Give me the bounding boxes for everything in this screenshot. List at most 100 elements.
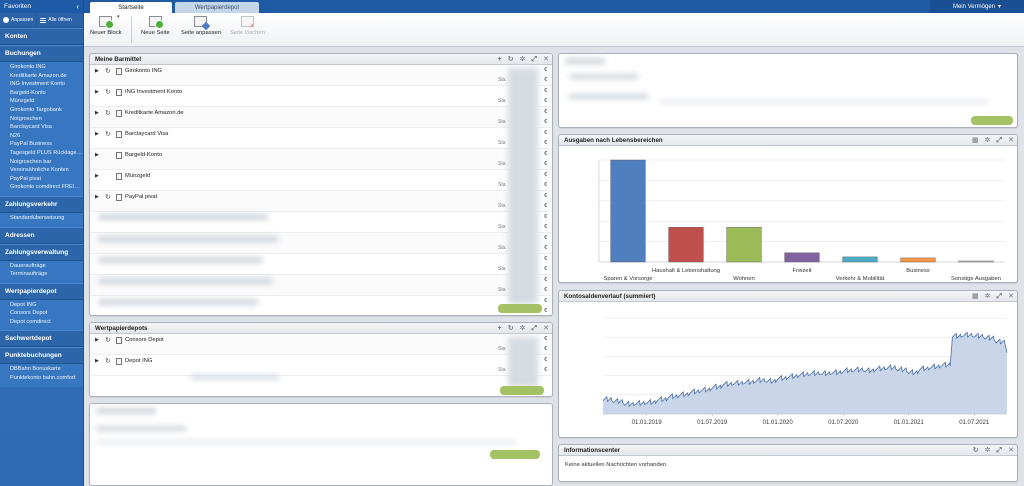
sidebar-section-header[interactable]: Punktebuchungen <box>0 347 83 365</box>
refresh-icon[interactable]: ↻ <box>105 336 111 344</box>
sidebar-item[interactable]: Depot ING <box>0 301 83 310</box>
sidebar-item[interactable]: Standardüberweisung <box>0 214 83 223</box>
gear-icon[interactable]: ✲ <box>520 54 526 65</box>
account-name[interactable]: Barclaycard Visa <box>125 131 168 137</box>
sidebar-section-header[interactable]: Buchungen <box>0 45 83 62</box>
bar[interactable] <box>900 257 936 263</box>
bar[interactable] <box>842 256 878 263</box>
account-name[interactable]: Münzgeld <box>125 173 150 179</box>
add-icon[interactable]: + <box>498 323 502 334</box>
adjust-favorites-button[interactable]: Anpassen <box>0 13 36 28</box>
account-row[interactable]: ▶ ↻ Kreditkarte Amazon.de Sta € € <box>90 107 552 128</box>
expand-arrow-icon[interactable]: ▶ <box>95 337 99 343</box>
sidebar-item[interactable]: Münzgeld <box>0 97 83 106</box>
sidebar-item[interactable]: Girokonto comdirect FREI… <box>0 183 83 192</box>
sidebar-item[interactable]: N26 <box>0 132 83 141</box>
mein-vermoegen-menu[interactable]: Mein Vermögen ▾ <box>930 0 1024 13</box>
expand-arrow-icon[interactable]: ▶ <box>95 89 99 95</box>
account-name[interactable]: Kreditkarte Amazon.de <box>125 110 184 116</box>
refresh-icon[interactable]: ↻ <box>508 54 514 65</box>
delete-page-button[interactable]: Seite löschen <box>230 16 265 36</box>
close-icon[interactable]: ✕ <box>1008 135 1014 146</box>
sidebar-item[interactable]: Bargeld-Konto <box>0 89 83 98</box>
expand-arrow-icon[interactable]: ▶ <box>95 173 99 179</box>
expand-icon[interactable]: ⤢ <box>997 291 1003 302</box>
expand-icon[interactable]: ⤢ <box>997 135 1003 146</box>
bar[interactable] <box>958 260 994 263</box>
expand-arrow-icon[interactable]: ▶ <box>95 131 99 137</box>
gear-icon[interactable]: ✲ <box>985 445 991 456</box>
close-icon[interactable]: ✕ <box>1008 291 1014 302</box>
sidebar-section-header[interactable]: Adressen <box>0 226 83 244</box>
expand-icon[interactable]: ⤢ <box>997 445 1003 456</box>
sidebar-item[interactable]: ING Investment Konto <box>0 80 83 89</box>
expand-icon[interactable]: ⤢ <box>532 54 538 65</box>
sidebar-item[interactable]: Punktekonto bahn.comfort <box>0 374 83 383</box>
adjust-page-button[interactable]: Seite anpassen <box>181 16 221 36</box>
refresh-icon[interactable]: ↻ <box>105 130 111 138</box>
sidebar-item[interactable]: Tagesgeld PLUS Rücklage… <box>0 149 83 158</box>
bar[interactable] <box>784 252 820 263</box>
sidebar-section-header[interactable]: Zahlungsverkehr <box>0 195 83 213</box>
sidebar-item[interactable]: Kreditkarte Amazon.de <box>0 72 83 81</box>
account-name[interactable]: Bargeld-Konto <box>125 152 162 158</box>
account-row[interactable]: ▶ ↻ ING Investment Konto Sta € € <box>90 86 552 107</box>
sidebar-section-header[interactable]: Zahlungsverwaltung <box>0 243 83 261</box>
add-icon[interactable]: + <box>498 54 502 65</box>
expand-arrow-icon[interactable]: ▶ <box>95 152 99 158</box>
account-name[interactable]: ING Investment Konto <box>125 89 182 95</box>
depot-name[interactable]: Consors Depot <box>125 337 164 343</box>
refresh-icon[interactable]: ↻ <box>508 323 514 334</box>
bar[interactable] <box>668 227 704 263</box>
close-icon[interactable]: ✕ <box>543 323 549 334</box>
depot-row[interactable]: ▶ ↻ Depot ING Sta € € <box>90 355 552 376</box>
expand-arrow-icon[interactable]: ▶ <box>95 358 99 364</box>
gear-icon[interactable]: ✲ <box>520 323 526 334</box>
account-row[interactable]: ▶ ↻ PayPal pivat Sta € € <box>90 191 552 212</box>
sidebar-item[interactable]: PayPal Business <box>0 140 83 149</box>
new-page-button[interactable]: Neue Seite <box>141 16 170 36</box>
sidebar-item[interactable]: DBBahn Bonuskarte <box>0 365 83 374</box>
collapse-chevron-icon[interactable]: ‹ <box>76 2 79 11</box>
sidebar-item[interactable]: Consors Depot <box>0 309 83 318</box>
sidebar-item[interactable]: Girokonto ING <box>0 63 83 72</box>
bar[interactable] <box>726 227 762 263</box>
expand-icon[interactable]: ⤢ <box>532 323 538 334</box>
expand-arrow-icon[interactable]: ▶ <box>95 194 99 200</box>
sidebar-item[interactable]: Notgroschen <box>0 115 83 124</box>
tab-startseite[interactable]: Startseite <box>90 2 172 13</box>
depot-name[interactable]: Depot ING <box>125 358 152 364</box>
refresh-icon[interactable]: ↻ <box>105 357 111 365</box>
close-icon[interactable]: ✕ <box>543 54 549 65</box>
close-icon[interactable]: ✕ <box>1008 445 1014 456</box>
refresh-icon[interactable]: ↻ <box>105 67 111 75</box>
account-row[interactable]: ▶ ↻ Girokonto ING Sta € € <box>90 65 552 86</box>
table-view-icon[interactable]: ▦ <box>972 135 979 146</box>
sidebar-item[interactable]: Daueraufträge <box>0 262 83 271</box>
new-block-caret-icon[interactable]: ▾ <box>117 14 120 20</box>
sidebar-item[interactable]: PayPal pivat <box>0 175 83 184</box>
refresh-icon[interactable]: ↻ <box>105 88 111 96</box>
expand-arrow-icon[interactable]: ▶ <box>95 68 99 74</box>
bar[interactable] <box>610 159 646 263</box>
sidebar-item[interactable]: Barclaycard Visa <box>0 123 83 132</box>
sidebar-item[interactable]: Girokonto Targobank <box>0 106 83 115</box>
account-name[interactable]: Girokonto ING <box>125 68 162 74</box>
account-row[interactable]: ▶ Bargeld-Konto Sta € € <box>90 149 552 170</box>
sidebar-item[interactable]: Notgroschen bar <box>0 158 83 167</box>
open-all-button[interactable]: Alle öffnen <box>36 12 75 28</box>
account-name[interactable]: PayPal pivat <box>125 194 157 200</box>
sidebar-section-header[interactable]: Konten <box>0 28 83 45</box>
account-row[interactable]: ▶ ↻ Barclaycard Visa Sta € € <box>90 128 552 149</box>
sidebar-item[interactable]: Vereinsähnliche Konten <box>0 166 83 175</box>
depot-row[interactable]: ▶ ↻ Consors Depot Sta € € <box>90 334 552 355</box>
favorites-header[interactable]: Favoriten ‹ <box>0 0 83 13</box>
refresh-icon[interactable]: ↻ <box>973 445 979 456</box>
sidebar-item[interactable]: Terminaufträge <box>0 270 83 279</box>
expand-arrow-icon[interactable]: ▶ <box>95 110 99 116</box>
gear-icon[interactable]: ✲ <box>985 291 991 302</box>
refresh-icon[interactable]: ↻ <box>105 109 111 117</box>
refresh-icon[interactable]: ↻ <box>105 193 111 201</box>
sidebar-section-header[interactable]: Wertpapierdepot <box>0 282 83 300</box>
tab-wertpapierdepot[interactable]: Wertpapierdepot <box>175 2 259 13</box>
